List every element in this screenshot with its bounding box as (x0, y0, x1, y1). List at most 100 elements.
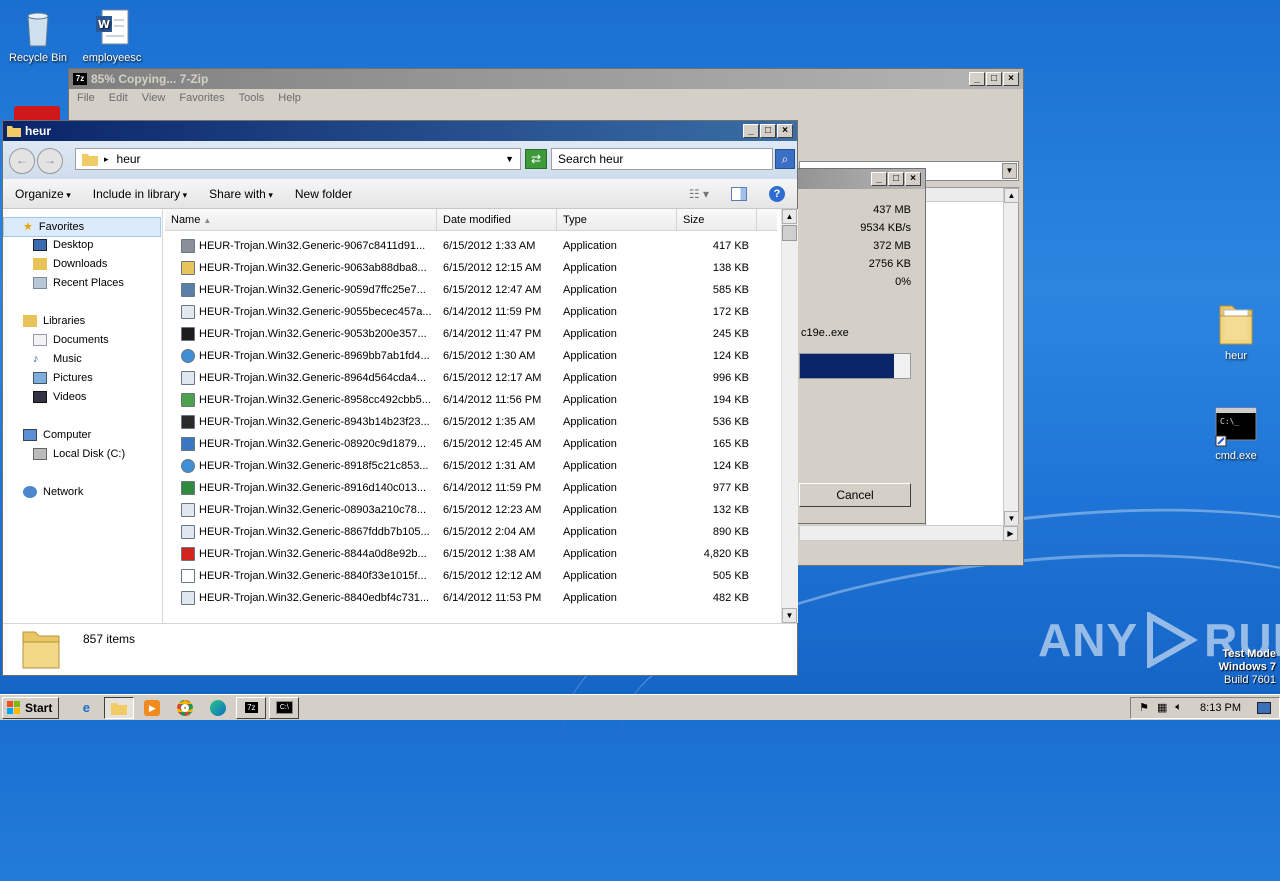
desktop-icon-heur[interactable]: heur (1198, 298, 1274, 362)
7zip-taskbar-icon[interactable]: 7z (236, 696, 267, 719)
help-icon[interactable]: ? (769, 185, 785, 202)
nav-favorites[interactable]: ★ Favorites (23, 220, 84, 234)
maximize-button[interactable]: □ (760, 124, 776, 138)
nav-libraries[interactable]: Libraries (23, 315, 85, 327)
file-row[interactable]: HEUR-Trojan.Win32.Generic-8969bb7ab1fd4.… (165, 345, 749, 367)
include-in-library-button[interactable]: Include in library (93, 187, 187, 201)
file-row[interactable]: HEUR-Trojan.Win32.Generic-8840edbf4c731.… (165, 587, 749, 609)
column-name[interactable]: Name ▲ (165, 209, 437, 230)
search-icon[interactable]: ⌕ (775, 149, 795, 169)
chrome-icon[interactable] (170, 697, 200, 719)
start-button[interactable]: Start (2, 696, 60, 719)
scroll-up-icon[interactable]: ▲ (1004, 188, 1019, 203)
file-size: 536 KB (712, 416, 749, 428)
action-center-flag-icon[interactable]: ⚑ (1139, 701, 1149, 714)
nav-pictures[interactable]: Pictures (33, 372, 93, 384)
column-date-modified[interactable]: Date modified (437, 209, 557, 230)
volume-icon[interactable]: 🔈︎ (1175, 701, 1182, 714)
scroll-down-icon[interactable]: ▼ (782, 608, 797, 623)
search-input[interactable]: Search heur (551, 148, 773, 170)
sort-icon: ▲ (203, 216, 212, 225)
column-size[interactable]: Size (677, 209, 757, 230)
zip-horizontal-scrollbar[interactable]: ▶ (799, 525, 1019, 541)
chevron-down-icon[interactable]: ▼ (1002, 163, 1017, 179)
view-options-icon[interactable]: ☷ ▾ (689, 187, 709, 201)
file-list-scrollbar[interactable]: ▲ ▼ (781, 209, 798, 623)
new-folder-button[interactable]: New folder (295, 187, 352, 201)
address-bar[interactable]: ▸ heur ▼ (75, 148, 521, 170)
menu-favorites[interactable]: Favorites (179, 92, 224, 104)
nav-documents[interactable]: Documents (33, 334, 109, 346)
breadcrumb-arrow-icon[interactable]: ▸ (104, 154, 109, 165)
menu-help[interactable]: Help (278, 92, 301, 104)
file-row[interactable]: HEUR-Trojan.Win32.Generic-9055becec457a.… (165, 301, 749, 323)
share-with-button[interactable]: Share with (209, 187, 273, 201)
menu-view[interactable]: View (142, 92, 166, 104)
file-row[interactable]: HEUR-Trojan.Win32.Generic-8918f5c21c853.… (165, 455, 749, 477)
internet-explorer-icon[interactable]: e (71, 697, 101, 719)
explorer-taskbar-icon[interactable] (104, 696, 135, 719)
close-button[interactable]: × (777, 124, 793, 138)
zip-list-scrollbar[interactable]: ▲ ▼ (1003, 188, 1019, 526)
maximize-button[interactable]: □ (986, 72, 1002, 86)
desktop-icon-cmd[interactable]: C:\_ cmd.exe (1198, 404, 1274, 462)
scroll-up-icon[interactable]: ▲ (782, 209, 797, 224)
scroll-down-icon[interactable]: ▼ (1004, 511, 1019, 526)
file-row[interactable]: HEUR-Trojan.Win32.Generic-8844a0d8e92b..… (165, 543, 749, 565)
file-row[interactable]: HEUR-Trojan.Win32.Generic-9067c8411d91..… (165, 235, 749, 257)
menu-file[interactable]: File (77, 92, 95, 104)
close-button[interactable]: × (1003, 72, 1019, 86)
nav-recent-places[interactable]: Recent Places (33, 277, 124, 289)
file-row[interactable]: HEUR-Trojan.Win32.Generic-8916d140c013..… (165, 477, 749, 499)
hard-disk-icon (33, 448, 47, 460)
edge-icon[interactable] (203, 697, 233, 719)
back-arrow-icon[interactable]: ← (9, 148, 35, 174)
file-row[interactable]: HEUR-Trojan.Win32.Generic-9059d7ffc25e7.… (165, 279, 749, 301)
minimize-button[interactable]: _ (743, 124, 759, 138)
scroll-right-icon[interactable]: ▶ (1003, 526, 1018, 541)
file-row[interactable]: HEUR-Trojan.Win32.Generic-8867fddb7b105.… (165, 521, 749, 543)
nav-local-disk[interactable]: Local Disk (C:) (33, 448, 125, 460)
file-row[interactable]: HEUR-Trojan.Win32.Generic-9063ab88dba8..… (165, 257, 749, 279)
nav-desktop[interactable]: Desktop (33, 239, 93, 251)
menu-edit[interactable]: Edit (109, 92, 128, 104)
close-button[interactable]: × (905, 172, 921, 186)
maximize-button[interactable]: □ (888, 172, 904, 186)
file-row[interactable]: HEUR-Trojan.Win32.Generic-8840f33e1015f.… (165, 565, 749, 587)
nav-music[interactable]: ♪ Music (33, 353, 82, 365)
preview-pane-icon[interactable] (731, 186, 747, 201)
forward-arrow-icon[interactable]: → (37, 148, 63, 174)
nav-network[interactable]: Network (23, 486, 83, 498)
minimize-button[interactable]: _ (871, 172, 887, 186)
file-row[interactable]: HEUR-Trojan.Win32.Generic-8958cc492cbb5.… (165, 389, 749, 411)
file-row[interactable]: HEUR-Trojan.Win32.Generic-08920c9d1879..… (165, 433, 749, 455)
organize-button[interactable]: Organize (15, 187, 71, 201)
show-desktop-icon[interactable] (1257, 701, 1271, 714)
cmd-taskbar-icon[interactable]: C:\ (269, 696, 300, 719)
nav-label: Local Disk (C:) (53, 448, 126, 460)
minimize-button[interactable]: _ (969, 72, 985, 86)
scroll-thumb[interactable] (782, 225, 797, 241)
nav-computer[interactable]: Computer (23, 429, 91, 441)
nav-downloads[interactable]: Downloads (33, 258, 107, 270)
zip-file-list[interactable]: ▲ ▼ (925, 187, 1019, 527)
file-type: Application (563, 284, 617, 296)
windows-logo-icon (7, 700, 20, 714)
network-tray-icon[interactable]: ▦ (1157, 701, 1167, 714)
file-row[interactable]: HEUR-Trojan.Win32.Generic-8964d564cda4..… (165, 367, 749, 389)
green-app-icon (181, 481, 195, 495)
chevron-down-icon[interactable]: ▼ (505, 154, 514, 164)
file-size: 165 KB (712, 438, 749, 450)
desktop-icon-recycle-bin[interactable]: Recycle Bin (0, 6, 76, 64)
desktop-icon-employeesc[interactable]: W employeesc (74, 6, 150, 64)
file-row[interactable]: HEUR-Trojan.Win32.Generic-08903a210c78..… (165, 499, 749, 521)
cancel-button[interactable]: Cancel (799, 483, 911, 507)
file-row[interactable]: HEUR-Trojan.Win32.Generic-9053b200e357..… (165, 323, 749, 345)
clock[interactable]: 8:13 PM (1200, 702, 1241, 714)
file-row[interactable]: HEUR-Trojan.Win32.Generic-8943b14b23f23.… (165, 411, 749, 433)
column-type[interactable]: Type (557, 209, 677, 230)
refresh-icon[interactable]: ⇄ (525, 149, 547, 169)
nav-videos[interactable]: Videos (33, 391, 86, 403)
media-player-icon[interactable]: ▶ (137, 697, 167, 719)
menu-tools[interactable]: Tools (239, 92, 265, 104)
